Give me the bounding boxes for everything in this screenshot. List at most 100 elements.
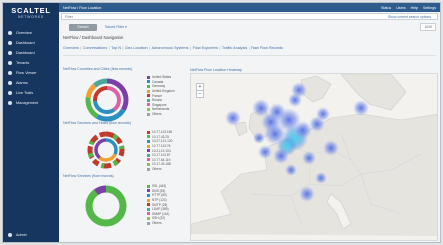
legend-label: SSL (443) [152,184,167,189]
sidebar-item-admin[interactable]: Admin [3,230,59,240]
heatmap-blob[interactable] [315,172,327,184]
legend-swatch [147,184,150,188]
donut-segment[interactable] [85,185,127,227]
legend-label: Canada [152,79,164,84]
legend-label: Others [152,167,162,172]
legend-item[interactable]: Others [147,221,169,226]
logo-subtitle: NETWORKS [18,15,44,19]
legend-swatch [147,189,150,193]
top-link[interactable]: Settings [423,6,436,10]
tab-conversations[interactable]: Conversations [83,46,107,50]
services-donut-chart[interactable] [83,183,129,229]
top-link[interactable]: Users [396,6,405,10]
legend-label: SMTP (25) [152,202,168,207]
tab-flow-exporters[interactable]: Flow Exporters [193,46,218,50]
legend-swatch [147,94,150,98]
legend-label: 10.27.121.120 [152,139,173,144]
zoom-control: + − [196,83,204,98]
top-link[interactable]: Status [381,6,391,10]
tab-autonomous-systems[interactable]: Autonomous Systems [152,46,189,50]
dashboard-icon [8,41,12,45]
heatmap-blob[interactable] [225,110,241,126]
legend-swatch [147,158,150,162]
legend-label: SNMP (161) [152,211,170,216]
user-icon [8,233,12,237]
countries-donut-chart[interactable] [83,76,131,124]
tab-overview[interactable]: Overview [63,46,79,50]
heatmap-blob[interactable] [316,107,330,121]
tab-separator: | [190,46,192,50]
sidebar-item-flow-viewer[interactable]: Flow Viewer [3,68,59,78]
hosts-donut-chart[interactable] [85,129,127,171]
heatmap-blob[interactable] [273,148,289,164]
search-input[interactable] [62,14,306,19]
tab-separator: | [122,46,124,50]
map-canvas[interactable] [191,74,438,241]
sidebar-item-tenants[interactable]: Tenants [3,58,59,68]
heatmap-blob[interactable] [285,164,297,176]
heatmap-blob[interactable] [258,145,272,159]
heatmap-blob[interactable] [353,100,369,116]
breadcrumb: NetFlow / Flow Location [63,5,102,10]
legend-swatch [147,135,150,139]
sidebar-item-live-trails[interactable]: Live Trails [3,88,59,98]
tab-geo-location[interactable]: Geo Location [125,46,148,50]
top-links: Status Users Help Settings [381,6,440,10]
heatmap-blob[interactable] [302,151,316,165]
legend-swatch [147,89,150,93]
sidebar-item-label: Dashboard [16,51,35,55]
search-options-link[interactable]: Show current search options [388,15,431,19]
legend-item[interactable]: United States [147,75,175,80]
legend-label: Others [152,112,162,117]
landmass [340,74,407,111]
legend-swatch [147,84,150,88]
legend-label: 10.17.43.188 [152,162,171,167]
sidebar-item-label: Flow Viewer [16,71,37,75]
heatmap-blob[interactable] [299,186,315,202]
sidebar-footer: Admin [3,230,59,240]
heatmap-blob[interactable] [323,140,339,156]
tab-raw-flow-records[interactable]: Raw Flow Records [251,46,283,50]
sidebar-item-label: Management [16,101,39,105]
legend-swatch [147,112,150,116]
result-count-selector[interactable]: 1000 [420,23,436,31]
search-button[interactable]: Search [69,23,97,31]
sidebar-item-overview[interactable]: Overview [3,28,59,38]
home-icon [8,31,12,35]
chart-legend: SSL (443) DNS (53) HTTP (80) NTP (123) S… [147,184,169,225]
tab-traffic-analysis[interactable]: Traffic Analysis [222,46,247,50]
legend-label: 10.17.113.87 [152,153,171,158]
chart-legend: 10.77.113.165 10.17.43.25 10.27.121.120 … [147,130,172,171]
sidebar-item-dashboard-2[interactable]: Dashboard [3,48,59,58]
logo-name: SCALTEL [11,6,51,15]
legend-item[interactable]: Others [147,112,175,117]
divider [63,55,436,56]
legend-label: HTTP (80) [152,193,167,198]
sidebar-item-dashboard[interactable]: Dashboard [3,38,59,48]
legend-swatch [147,144,150,148]
heatmap-blob[interactable] [288,93,302,107]
sidebar-nav: Overview Dashboard Dashboard Tenants Flo… [3,28,59,108]
legend-swatch [147,212,150,216]
saved-filter-dropdown[interactable]: Saved Filter ▾ [105,25,127,29]
heatmap-map[interactable]: + − [190,73,438,241]
legend-swatch [147,153,150,157]
top-link[interactable]: Help [411,6,418,10]
legend-label: 10.77.113.165 [152,130,173,135]
bell-icon [8,81,12,85]
legend-item[interactable]: United Kingdom [147,89,175,94]
legend-item[interactable]: Others [147,167,172,172]
legend-swatch [147,216,150,220]
legend-swatch [147,167,150,171]
sidebar-item-management[interactable]: Management [3,98,59,108]
zoom-out-button[interactable]: − [197,90,203,97]
chart-panel-countries: NetFlow Countries and Cities (flow recor… [63,67,188,129]
legend-swatch [147,198,150,202]
heatmap-blob[interactable] [253,132,265,144]
chart-title: NetFlow Countries and Cities (flow recor… [63,67,133,71]
legend-swatch [147,139,150,143]
sidebar-item-alarms[interactable]: Alarms [3,78,59,88]
sidebar-item-label: Tenants [16,61,30,65]
legend-label: United Kingdom [152,89,175,94]
tab-top-n[interactable]: Top N [111,46,121,50]
